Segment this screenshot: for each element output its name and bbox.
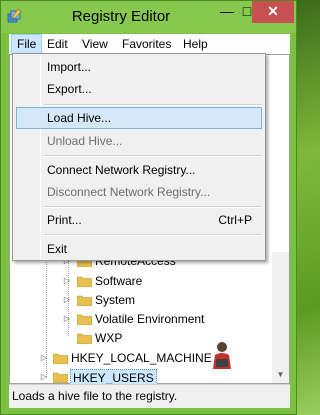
menu-item-label: Disconnect Network Registry... [47,185,211,199]
expander-triangle-icon[interactable]: ▷ [62,272,72,290]
tree-item-software[interactable]: ▷ Software [10,272,270,290]
menu-view[interactable]: View [77,34,113,54]
menu-separator [44,234,262,236]
menu-item-label: Import... [47,60,92,74]
title-bar[interactable]: Registry Editor — □ ✕ [1,1,296,33]
vertical-scrollbar[interactable]: ▼ [272,252,289,383]
menu-item-label: Load Hive... [47,111,112,125]
window-title: Registry Editor [71,8,171,25]
menu-item-unload-hive: Unload Hive... [16,130,262,152]
menu-help[interactable]: Help [178,34,213,54]
menu-item-label: Unload Hive... [47,134,123,148]
menu-separator [44,206,262,208]
folder-icon [53,353,68,364]
file-menu-dropdown: Import... Export... Load Hive... Unload … [12,53,266,261]
tree-item-label: System [95,293,136,307]
folder-icon [77,276,92,287]
menu-item-shortcut: Ctrl+P [218,213,252,227]
menu-separator [44,104,262,106]
menu-item-load-hive[interactable]: Load Hive... [16,107,262,129]
menu-separator [44,155,262,157]
tree-item-label: Volatile Environment [95,312,205,326]
status-bar: Loads a hive file to the registry. [9,384,290,408]
menu-item-exit[interactable]: Exit [16,238,262,260]
expander-triangle-icon[interactable]: ▷ [39,349,49,367]
menu-item-connect-network-registry[interactable]: Connect Network Registry... [16,159,262,181]
menu-item-export[interactable]: Export... [16,78,262,100]
expander-triangle-icon[interactable]: ▷ [62,291,72,309]
menu-item-label: Connect Network Registry... [47,163,196,177]
registry-editor-window: Registry Editor — □ ✕ File Edit View Fav… [0,0,297,415]
menu-item-print[interactable]: Print... Ctrl+P [16,209,262,231]
expander-triangle-icon[interactable]: ▷ [62,310,72,328]
tree-item-volatile-environment[interactable]: ▷ Volatile Environment [10,310,270,328]
menu-file[interactable]: File [11,34,43,54]
menu-item-label: Print... [47,213,82,227]
menu-item-disconnect-network-registry: Disconnect Network Registry... [16,181,262,203]
tree-item-label: WXP [95,331,123,345]
folder-icon [77,295,92,306]
menu-item-label: Exit [47,242,68,256]
menu-edit[interactable]: Edit [42,34,73,54]
menu-item-import[interactable]: Import... [16,56,262,78]
menu-item-label: Export... [47,82,92,96]
person-with-laptop-icon [213,342,231,369]
folder-icon [53,372,68,383]
tree-item-label: Software [95,274,143,288]
menu-favorites[interactable]: Favorites [117,34,176,54]
tree-item-label: HKEY_LOCAL_MACHINE [71,351,212,365]
tree-item-system[interactable]: ▷ System [10,291,270,309]
folder-icon [77,333,92,344]
scroll-down-arrow-icon[interactable]: ▼ [272,366,289,383]
folder-icon [77,314,92,325]
close-button[interactable]: ✕ [252,1,294,23]
menu-bar: File Edit View Favorites Help [9,34,290,54]
